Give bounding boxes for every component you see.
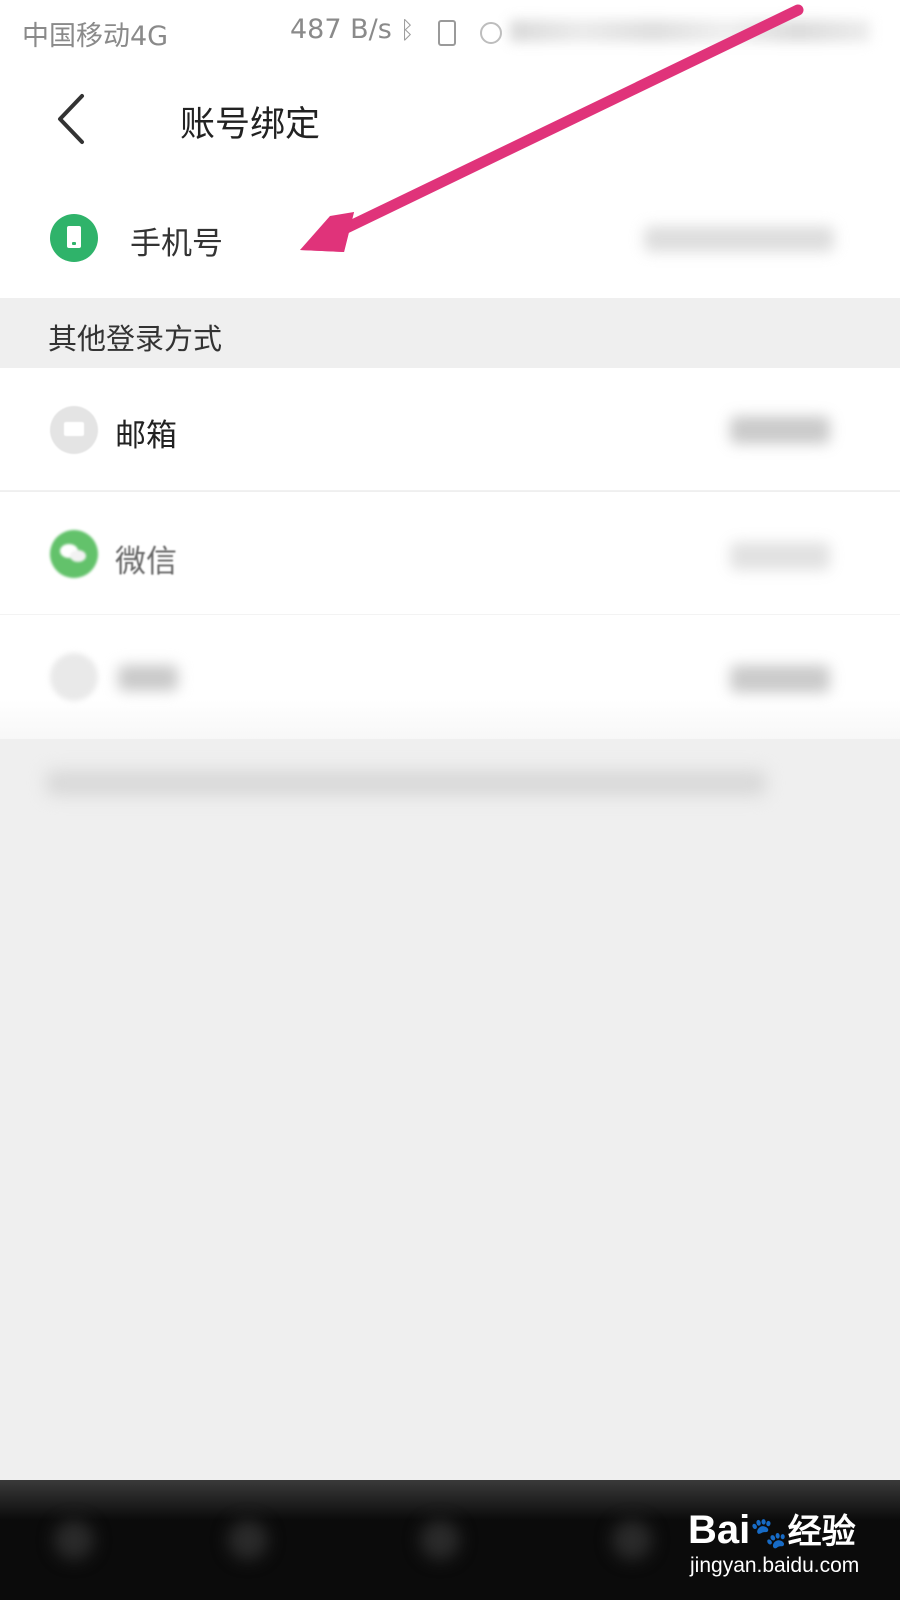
nav-button[interactable]: [612, 1520, 652, 1560]
wechat-binding-row[interactable]: 微信: [0, 492, 900, 615]
phone-number-value-blurred: [644, 226, 834, 252]
page-title: 账号绑定: [180, 105, 321, 145]
phone-icon: [50, 214, 98, 262]
network-speed: 487 B/s: [290, 14, 392, 45]
watermark-url: jingyan.baidu.com: [690, 1554, 860, 1577]
phone-label: 手机号: [130, 226, 223, 262]
wechat-label: 微信: [115, 544, 177, 580]
wechat-icon: [50, 530, 98, 578]
baidu-jingyan-watermark: Bai🐾经验 jingyan.baidu.com: [688, 1504, 888, 1588]
mail-icon: [50, 406, 98, 454]
chevron-left-icon[interactable]: [52, 92, 92, 146]
wechat-status-blurred: [730, 542, 830, 570]
phone-binding-row[interactable]: 手机号: [0, 174, 900, 298]
section-title: 其他登录方式: [48, 322, 223, 356]
carrier-label: 中国移动4G: [22, 21, 169, 52]
nav-button[interactable]: [228, 1520, 268, 1560]
nav-button[interactable]: [54, 1520, 94, 1560]
nav-button[interactable]: [420, 1520, 460, 1560]
blurred-status-icons: [510, 20, 870, 42]
bluetooth-icon: ᛒ: [400, 16, 415, 44]
app-header: 账号绑定: [0, 64, 900, 174]
status-icons: ᛒ: [400, 16, 880, 46]
email-label: 邮箱: [115, 418, 177, 454]
alarm-icon: [480, 22, 502, 44]
email-status-blurred: [730, 416, 830, 444]
account-binding-screen: 中国移动4G 487 B/s ᛒ 账号绑定 手机号 其他登录方式 邮箱 微信 B…: [0, 0, 900, 1600]
other-login-section-header: 其他登录方式: [0, 298, 900, 368]
email-binding-row[interactable]: 邮箱: [0, 368, 900, 491]
watermark-logo: Bai🐾经验: [688, 1508, 856, 1552]
blur-fade: [0, 700, 900, 780]
third-label-blurred: [118, 665, 178, 691]
blurred-login-icon: [50, 653, 98, 701]
third-status-blurred: [730, 665, 830, 693]
status-bar: 中国移动4G 487 B/s ᛒ: [0, 0, 900, 64]
footer-note-blurred: [46, 770, 766, 796]
vibrate-icon: [438, 20, 456, 46]
